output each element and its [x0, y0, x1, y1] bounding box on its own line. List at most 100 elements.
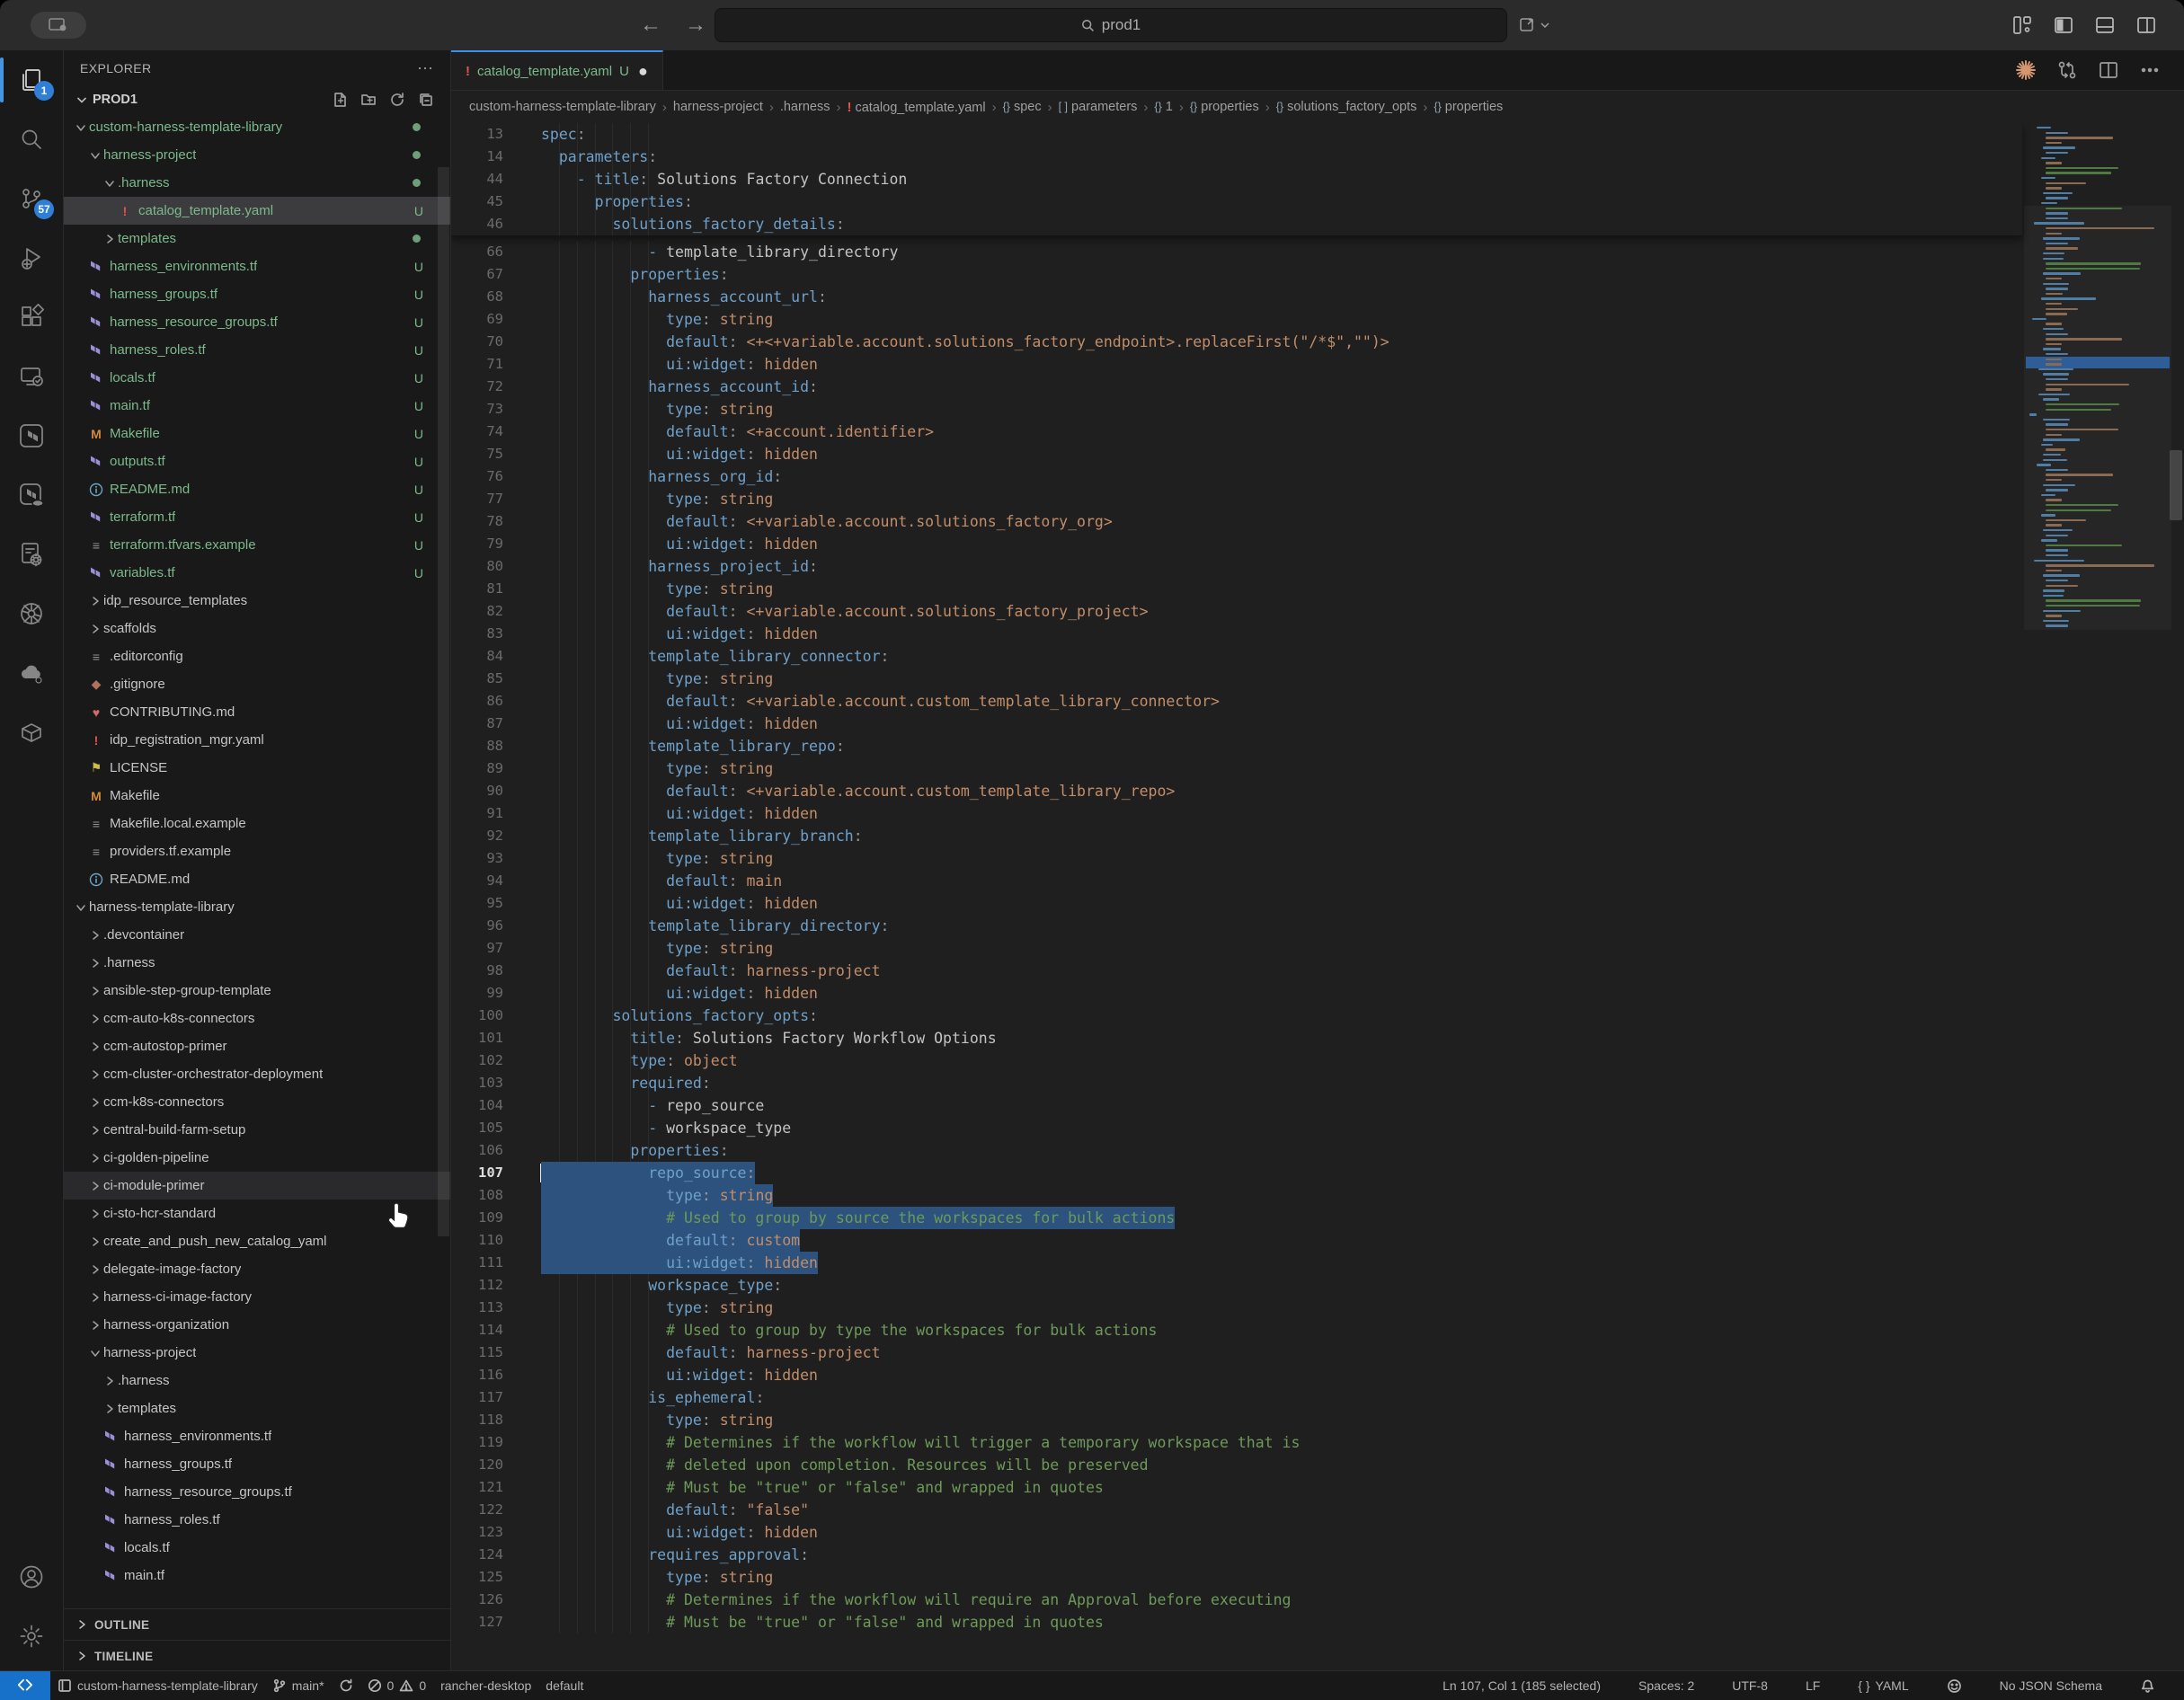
panel-left-icon[interactable]	[2053, 14, 2074, 36]
breadcrumb-item[interactable]: custom-harness-template-library	[469, 100, 656, 114]
tree-item-harness_environments.tf[interactable]: harness_environments.tfU	[64, 252, 450, 280]
tree-item-variables.tf[interactable]: variables.tfU	[64, 559, 450, 587]
status-git-branch[interactable]: main*	[265, 1671, 332, 1700]
tree-item-Makefile[interactable]: MMakefileU	[64, 420, 450, 447]
tree-item-ccm-k8s-connectors[interactable]: ccm-k8s-connectors	[64, 1088, 450, 1116]
status-cursor-position[interactable]: Ln 107, Col 1 (185 selected)	[1435, 1671, 1608, 1700]
modified-dot-icon[interactable]: ●	[638, 62, 648, 81]
tree-item-terraform.tfvars.example[interactable]: ≡terraform.tfvars.exampleU	[64, 531, 450, 559]
tree-item-harness-organization[interactable]: harness-organization	[64, 1311, 450, 1339]
screen-share-button[interactable]	[31, 12, 86, 39]
tree-item-outputs.tf[interactable]: outputs.tfU	[64, 447, 450, 475]
tree-item-harness_environments.tf[interactable]: harness_environments.tf	[64, 1422, 450, 1450]
tree-item-ccm-cluster-orchestrator-deployment[interactable]: ccm-cluster-orchestrator-deployment	[64, 1060, 450, 1088]
breadcrumb-item[interactable]: harness-project	[673, 100, 763, 114]
tree-item-.harness[interactable]: .harness	[64, 169, 450, 197]
tree-item-ci-golden-pipeline[interactable]: ci-golden-pipeline	[64, 1144, 450, 1172]
collapse-all-icon[interactable]	[418, 92, 434, 108]
activity-search[interactable]	[0, 110, 63, 169]
activity-remote-explorer[interactable]	[0, 347, 63, 406]
tree-item-.editorconfig[interactable]: ≡.editorconfig	[64, 642, 450, 670]
panel-bottom-icon[interactable]	[2094, 14, 2116, 36]
tree-item-create_and_push_new_catalog_yaml[interactable]: create_and_push_new_catalog_yaml	[64, 1227, 450, 1255]
tree-item-ci-sto-hcr-standard[interactable]: ci-sto-hcr-standard	[64, 1200, 450, 1227]
breadcrumb-item[interactable]: {} properties	[1434, 100, 1503, 114]
tree-item-README.md[interactable]: README.mdU	[64, 475, 450, 503]
status-encoding[interactable]: UTF-8	[1725, 1671, 1775, 1700]
panel-timeline[interactable]: TIMELINE	[64, 1640, 450, 1671]
breadcrumb-item[interactable]: ! catalog_template.yaml	[847, 100, 985, 115]
breadcrumb-item[interactable]: .harness	[780, 100, 830, 114]
status-profile[interactable]: default	[538, 1671, 590, 1700]
editor-scrollbar[interactable]	[2170, 450, 2182, 520]
tree-item-main.tf[interactable]: main.tfU	[64, 392, 450, 420]
tree-item-templates[interactable]: templates	[64, 225, 450, 252]
tree-item-harness-template-library[interactable]: harness-template-library	[64, 893, 450, 921]
activity-explorer[interactable]: 1	[0, 50, 63, 110]
panel-outline[interactable]: OUTLINE	[64, 1608, 450, 1640]
tree-item-scaffolds[interactable]: scaffolds	[64, 615, 450, 642]
tree-item-templates[interactable]: templates	[64, 1395, 450, 1422]
activity-infracost[interactable]	[0, 525, 63, 584]
tree-item-harness_roles.tf[interactable]: harness_roles.tfU	[64, 336, 450, 364]
status-language-mode[interactable]: { }YAML	[1851, 1671, 1915, 1700]
tree-item-harness-ci-image-factory[interactable]: harness-ci-image-factory	[64, 1283, 450, 1311]
remote-indicator[interactable]	[0, 1671, 50, 1700]
tree-item-harness_roles.tf[interactable]: harness_roles.tf	[64, 1506, 450, 1534]
activity-kubernetes[interactable]	[0, 584, 63, 643]
layout-grid-icon[interactable]	[2011, 14, 2033, 36]
tree-item-delegate-image-factory[interactable]: delegate-image-factory	[64, 1255, 450, 1283]
code-area[interactable]: 13spec:14 parameters:44 - title: Solutio…	[451, 123, 2184, 1671]
refresh-icon[interactable]	[389, 92, 405, 108]
tree-item-ci-module-primer[interactable]: ci-module-primer	[64, 1172, 450, 1200]
forward-button[interactable]: →	[685, 13, 706, 38]
breadcrumb-item[interactable]: {} properties	[1190, 100, 1259, 114]
tree-item-harness_resource_groups.tf[interactable]: harness_resource_groups.tf	[64, 1478, 450, 1506]
activity-source-control[interactable]: 57	[0, 169, 63, 228]
breadcrumb-item[interactable]: {} spec	[1003, 100, 1042, 114]
command-center-search[interactable]: prod1	[715, 8, 1507, 42]
tree-item-LICENSE[interactable]: ⚑LICENSE	[64, 754, 450, 782]
tree-item-.gitignore[interactable]: ◆.gitignore	[64, 670, 450, 698]
explorer-more-actions-icon[interactable]: ⋯	[417, 59, 434, 78]
tree-item-Makefile[interactable]: MMakefile	[64, 782, 450, 810]
panel-right-icon[interactable]	[2135, 14, 2157, 36]
tree-item-README.md[interactable]: README.md	[64, 865, 450, 893]
tree-item-ccm-auto-k8s-connectors[interactable]: ccm-auto-k8s-connectors	[64, 1005, 450, 1032]
new-file-icon[interactable]	[332, 92, 348, 108]
sidebar-scrollbar[interactable]	[438, 167, 449, 1236]
activity-cloud-tools[interactable]	[0, 643, 63, 703]
tree-item-locals.tf[interactable]: locals.tfU	[64, 364, 450, 392]
tree-item-idp_registration_mgr.yaml[interactable]: !idp_registration_mgr.yaml	[64, 726, 450, 754]
status-problems[interactable]: 00	[360, 1671, 434, 1700]
status-git-sync[interactable]	[332, 1671, 360, 1700]
breadcrumb-item[interactable]: {} 1	[1154, 100, 1172, 114]
tree-item-custom-harness-template-library[interactable]: custom-harness-template-library	[64, 113, 450, 141]
status-feedback[interactable]	[1940, 1671, 1969, 1700]
tree-item-main.tf[interactable]: main.tf	[64, 1562, 450, 1589]
activity-containers[interactable]	[0, 703, 63, 762]
tree-item-.devcontainer[interactable]: .devcontainer	[64, 921, 450, 949]
activity-run-debug[interactable]	[0, 228, 63, 288]
activity-terraform[interactable]	[0, 406, 63, 465]
minimap[interactable]	[2029, 127, 2166, 684]
tree-item-CONTRIBUTING.md[interactable]: ♥CONTRIBUTING.md	[64, 698, 450, 726]
compare-icon[interactable]	[2056, 59, 2078, 81]
open-remote-window-button[interactable]	[1519, 11, 1549, 40]
status-eol[interactable]: LF	[1798, 1671, 1827, 1700]
tree-item-terraform.tf[interactable]: terraform.tfU	[64, 503, 450, 531]
tree-item-ccm-autostop-primer[interactable]: ccm-autostop-primer	[64, 1032, 450, 1060]
split-icon[interactable]	[2098, 59, 2119, 81]
status-workspace[interactable]: custom-harness-template-library	[50, 1671, 265, 1700]
tree-item-idp_resource_templates[interactable]: idp_resource_templates	[64, 587, 450, 615]
tree-item-ansible-step-group-template[interactable]: ansible-step-group-template	[64, 977, 450, 1005]
tree-item-harness_resource_groups.tf[interactable]: harness_resource_groups.tfU	[64, 308, 450, 336]
activity-accounts[interactable]	[0, 1547, 63, 1607]
tree-item-Makefile.local.example[interactable]: ≡Makefile.local.example	[64, 810, 450, 837]
tree-item-catalog_template.yaml[interactable]: !catalog_template.yamlU	[64, 197, 450, 225]
tab-catalog-template-yaml[interactable]: ! catalog_template.yaml U ●	[451, 50, 663, 90]
tree-item-harness-project[interactable]: harness-project	[64, 1339, 450, 1367]
breadcrumb-item[interactable]: {} solutions_factory_opts	[1276, 100, 1417, 114]
more-icon[interactable]	[2139, 59, 2161, 81]
status-rancher[interactable]: rancher-desktop	[433, 1671, 538, 1700]
